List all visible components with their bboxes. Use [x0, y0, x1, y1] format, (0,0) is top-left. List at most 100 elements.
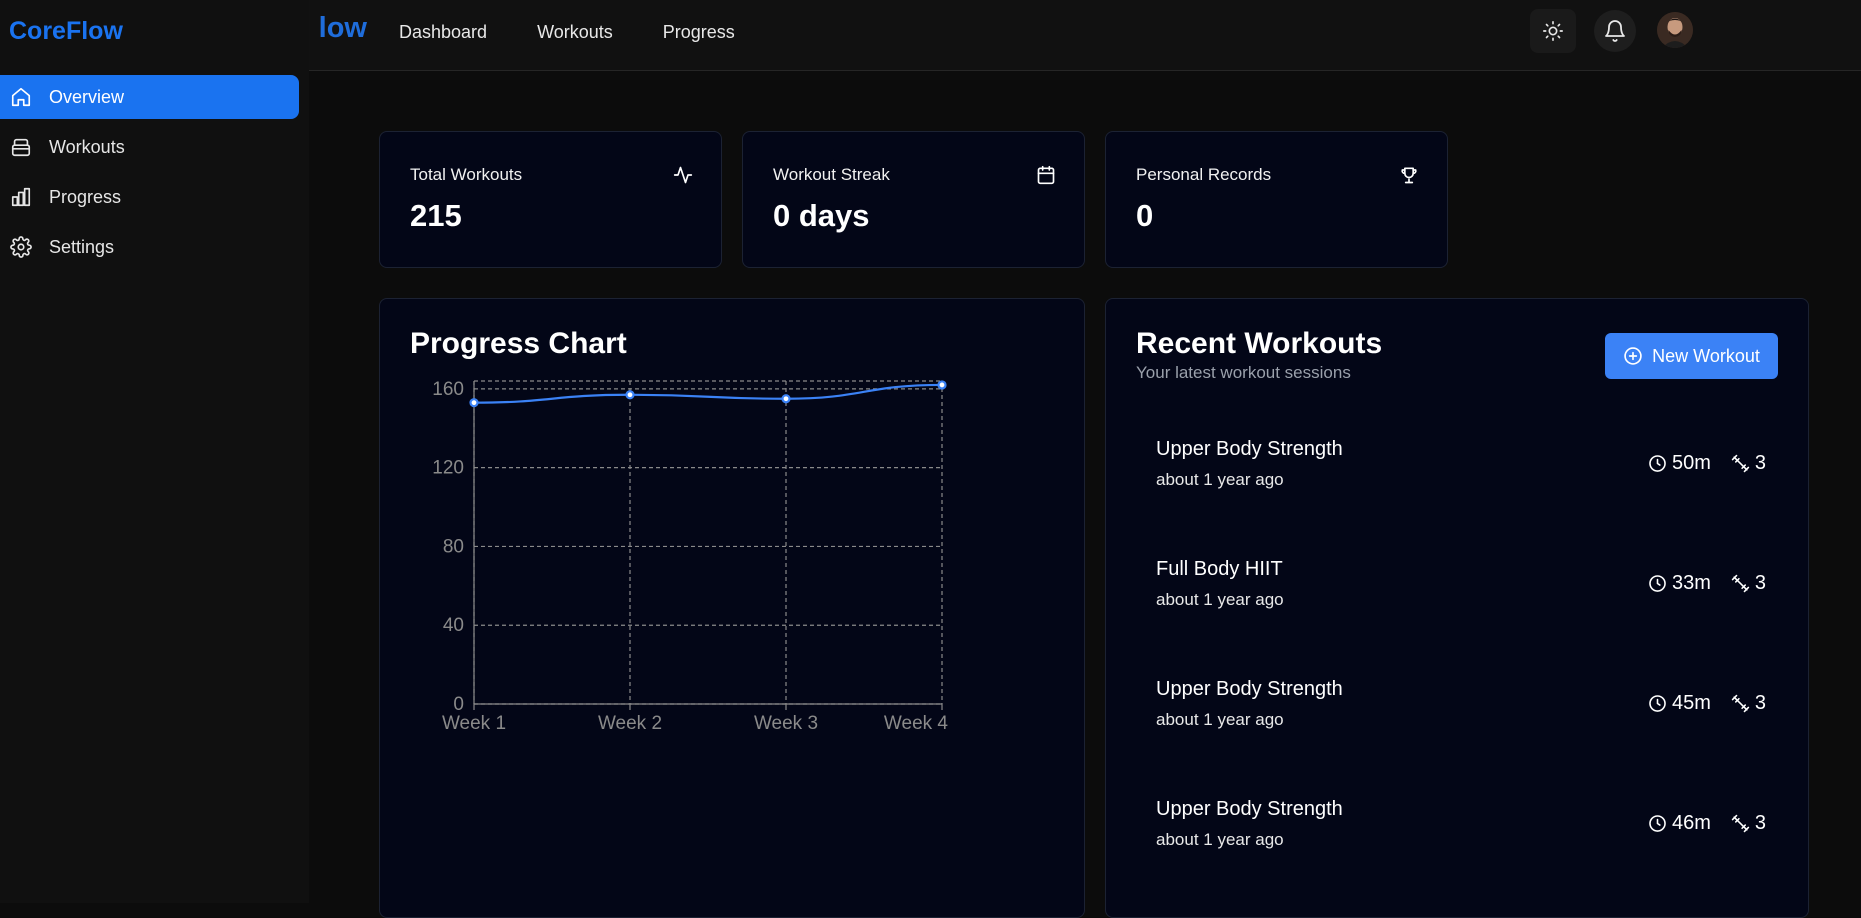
- series-line: [473, 383, 943, 404]
- y-tick-label: 0: [453, 694, 464, 715]
- workout-time: about 1 year ago: [1156, 710, 1284, 729]
- workout-exercise-count: 3: [1754, 572, 1766, 594]
- stat-card-workout-streak: Workout Streak 0 days: [742, 131, 1085, 268]
- plus-circle-icon: [1624, 347, 1642, 365]
- progress-chart-title: Progress Chart: [410, 327, 627, 360]
- sidebar-item-progress[interactable]: Progress: [0, 175, 299, 219]
- stat-value: 0 days: [773, 198, 870, 233]
- sidebar-item-label: Overview: [49, 86, 125, 107]
- workout-duration: 33m: [1671, 572, 1711, 594]
- workout-meta: 45m 3: [1648, 692, 1766, 715]
- sidebar-item-label: Workouts: [49, 136, 125, 157]
- avatar-image: [1657, 12, 1693, 48]
- y-tick-label: 40: [443, 615, 464, 636]
- workout-exercise-count: 3: [1754, 692, 1766, 714]
- stat-card-total-workouts: Total Workouts 215: [379, 131, 722, 268]
- progress-line-chart: 0 40 80 120 160 Week 1 Week 2 Week 3 Week 4: [432, 379, 949, 734]
- home-icon: [9, 85, 33, 109]
- recent-workouts-card: Recent Workouts Your latest workout sess…: [1105, 298, 1809, 918]
- main-content: Total Workouts 215 Workout Streak 0 days…: [309, 71, 1861, 918]
- gear-icon: [9, 235, 33, 259]
- theme-toggle-button[interactable]: [1530, 9, 1576, 53]
- recent-workouts-title: Recent Workouts: [1136, 327, 1383, 360]
- workout-name: Upper Body Strength: [1156, 438, 1343, 460]
- new-workout-label: New Workout: [1652, 345, 1760, 366]
- dumbbell-icon: [1731, 814, 1750, 833]
- clock-icon: [1649, 815, 1666, 832]
- sidebar: CoreFlow Overview Workouts Progress Sett…: [0, 0, 309, 903]
- workout-time: about 1 year ago: [1156, 470, 1284, 489]
- topnav-workouts-link[interactable]: Workouts: [537, 20, 613, 44]
- top-nav: Dashboard Workouts Progress: [399, 20, 735, 44]
- workout-meta: 50m 3: [1648, 452, 1766, 475]
- dumbbell-icon: [1731, 454, 1750, 473]
- workout-name: Full Body HIIT: [1156, 558, 1283, 580]
- dumbbell-icon: [1731, 694, 1750, 713]
- stat-label: Personal Records: [1136, 165, 1272, 184]
- notifications-button[interactable]: [1594, 10, 1636, 52]
- bar-chart-icon: [9, 185, 33, 209]
- sidebar-item-overview[interactable]: Overview: [0, 75, 299, 119]
- duration-group: 45m: [1648, 692, 1711, 715]
- user-avatar[interactable]: [1657, 12, 1693, 48]
- sidebar-item-workouts[interactable]: Workouts: [0, 125, 299, 169]
- workout-item[interactable]: Upper Body Strength about 1 year ago 50m…: [1156, 438, 1766, 508]
- exercise-count-group: 3: [1731, 572, 1766, 595]
- duration-group: 33m: [1648, 572, 1711, 595]
- stat-card-personal-records: Personal Records 0: [1105, 131, 1448, 268]
- stat-value: 0: [1136, 198, 1154, 233]
- sidebar-item-settings[interactable]: Settings: [0, 225, 299, 269]
- sidebar-item-label: Progress: [49, 186, 122, 207]
- workout-time: about 1 year ago: [1156, 830, 1284, 849]
- y-tick-label: 120: [432, 458, 464, 479]
- workout-duration: 46m: [1671, 812, 1711, 834]
- calendar-icon: [1037, 165, 1055, 185]
- bell-icon: [1605, 20, 1625, 42]
- topnav-progress-link[interactable]: Progress: [663, 20, 735, 44]
- clock-icon: [1649, 575, 1666, 592]
- workout-name: Upper Body Strength: [1156, 798, 1343, 820]
- header-brand-text[interactable]: low: [319, 12, 367, 45]
- clock-icon: [1649, 695, 1666, 712]
- workout-exercise-count: 3: [1754, 812, 1766, 834]
- x-tick-label: Week 1: [442, 713, 506, 734]
- data-point: [781, 394, 791, 404]
- topnav-dashboard-link[interactable]: Dashboard: [399, 20, 487, 44]
- stat-value: 215: [410, 198, 462, 233]
- workout-duration: 50m: [1671, 452, 1711, 474]
- workout-item[interactable]: Upper Body Strength about 1 year ago 45m…: [1156, 678, 1766, 748]
- exercise-count-group: 3: [1731, 692, 1766, 715]
- dumbbell-icon: [9, 135, 33, 159]
- workout-name: Upper Body Strength: [1156, 678, 1343, 700]
- app-logo[interactable]: CoreFlow: [9, 17, 123, 46]
- recent-workouts-subtitle: Your latest workout sessions: [1136, 363, 1351, 382]
- sidebar-menu: Overview Workouts Progress Settings: [0, 75, 299, 275]
- new-workout-button[interactable]: New Workout: [1605, 333, 1778, 379]
- duration-group: 46m: [1648, 812, 1711, 835]
- x-tick-label: Week 3: [754, 713, 818, 734]
- workout-exercise-count: 3: [1754, 452, 1766, 474]
- data-point: [625, 390, 635, 400]
- workout-meta: 46m 3: [1648, 812, 1766, 835]
- duration-group: 50m: [1648, 452, 1711, 475]
- exercise-count-group: 3: [1731, 812, 1766, 835]
- workout-meta: 33m 3: [1648, 572, 1766, 595]
- activity-icon: [673, 166, 693, 184]
- sidebar-item-label: Settings: [49, 236, 115, 257]
- dumbbell-icon: [1731, 574, 1750, 593]
- data-point: [937, 380, 947, 390]
- sun-icon: [1543, 21, 1563, 41]
- x-tick-label: Week 4: [884, 713, 949, 734]
- trophy-icon: [1401, 167, 1417, 184]
- y-tick-label: 80: [443, 536, 464, 557]
- workout-item[interactable]: Upper Body Strength about 1 year ago 46m…: [1156, 798, 1766, 868]
- y-tick-label: 160: [432, 379, 464, 400]
- workout-duration: 45m: [1671, 692, 1711, 714]
- exercise-count-group: 3: [1731, 452, 1766, 475]
- progress-chart-card: Progress Chart 0 40 80 120 160 Week 1 Week 2 We…: [379, 298, 1085, 918]
- clock-icon: [1649, 455, 1666, 472]
- data-point: [469, 398, 479, 408]
- stat-label: Total Workouts: [410, 165, 523, 184]
- workout-item[interactable]: Full Body HIIT about 1 year ago 33m 3: [1156, 558, 1766, 628]
- x-tick-label: Week 2: [598, 713, 662, 734]
